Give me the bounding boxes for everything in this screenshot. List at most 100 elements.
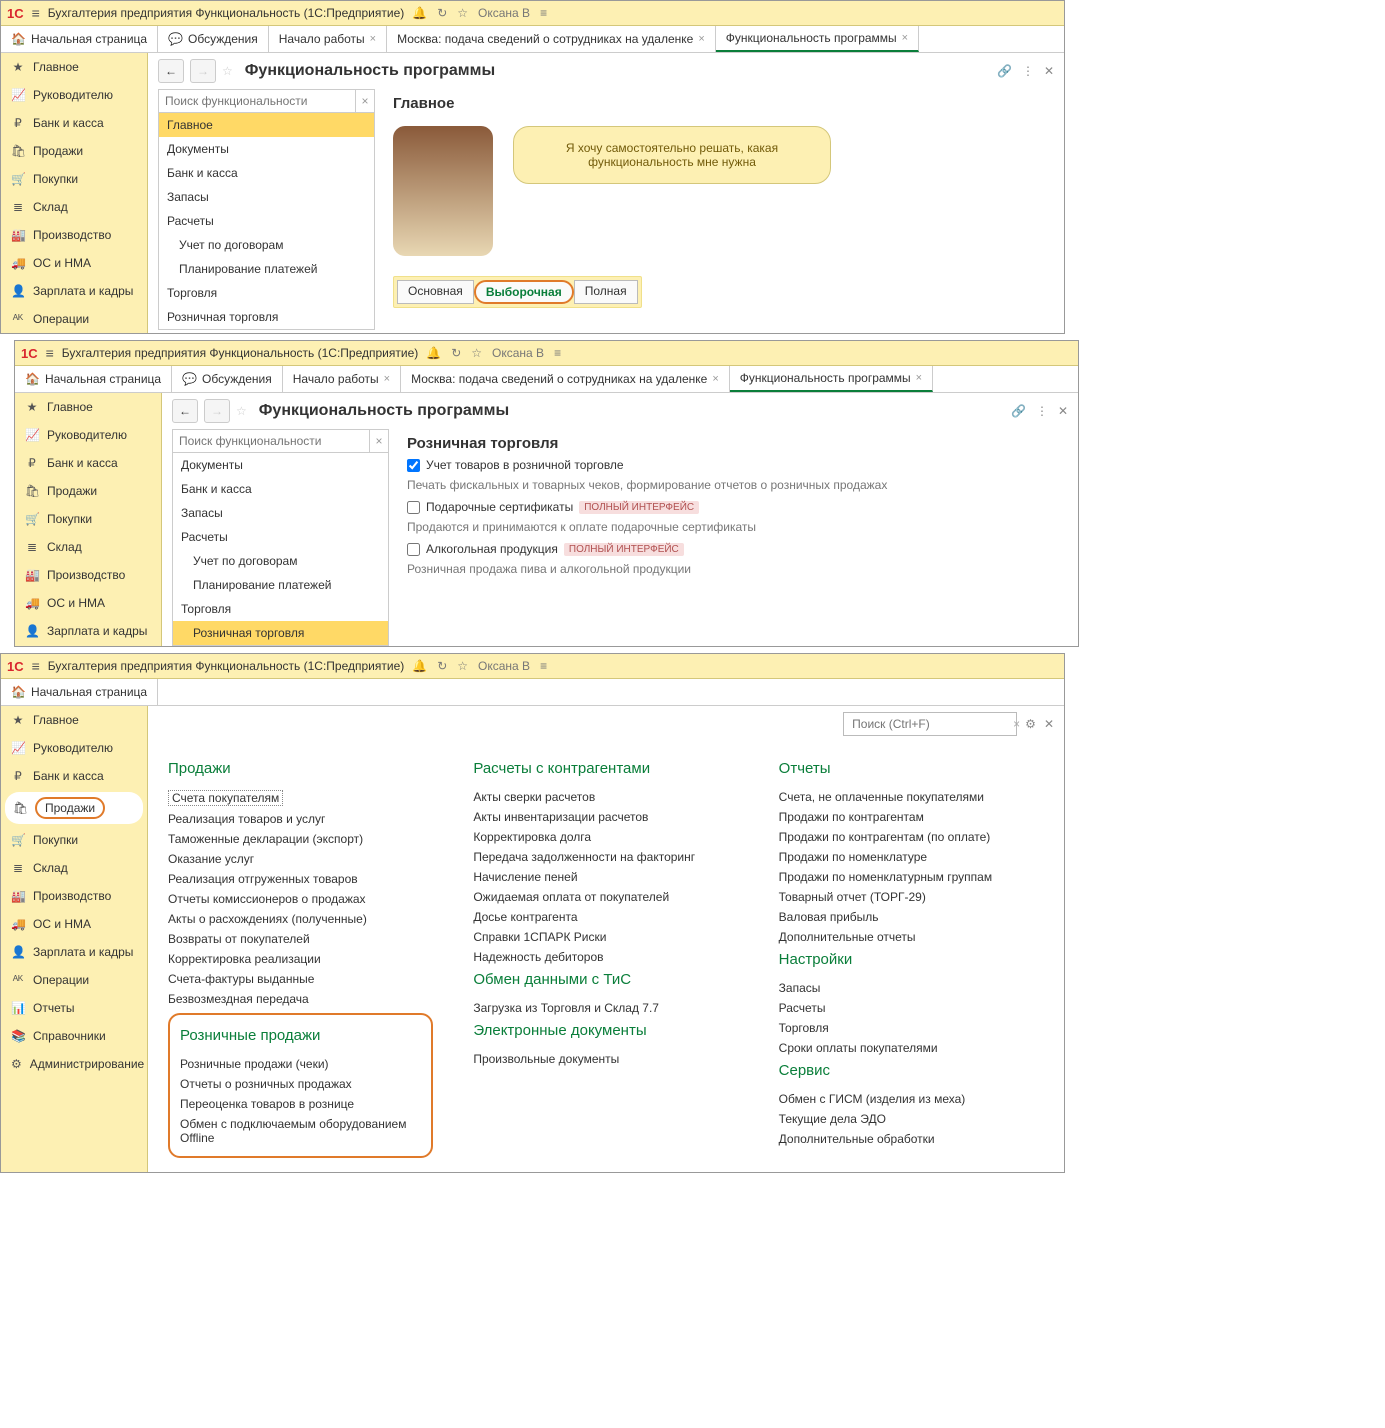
nav-back[interactable]: ← — [172, 399, 198, 423]
close-icon[interactable]: ✕ — [1058, 404, 1068, 418]
menu-link[interactable]: Дополнительные отчеты — [779, 927, 1044, 947]
menu-link[interactable]: Продажи по номенклатурным группам — [779, 867, 1044, 887]
menu-link[interactable]: Продажи по контрагентам — [779, 807, 1044, 827]
nav-back[interactable]: ← — [158, 59, 184, 83]
tab[interactable]: Начало работы× — [283, 366, 401, 392]
sidebar-item[interactable]: 🛍Продажи — [1, 137, 147, 165]
menu-link[interactable]: Запасы — [779, 978, 1044, 998]
sidebar-item[interactable]: 🛒Покупки — [1, 826, 147, 854]
history-icon[interactable]: ↻ — [437, 6, 447, 20]
menu-link[interactable]: Начисление пеней — [473, 867, 738, 887]
sidebar-item[interactable]: 📈Руководителю — [15, 421, 161, 449]
menu-link[interactable]: Переоценка товаров в рознице — [180, 1094, 421, 1114]
sidebar-item[interactable]: 🏭Производство — [1, 221, 147, 249]
func-list-item[interactable]: Расчеты — [159, 209, 374, 233]
sidebar-item[interactable]: 🚚ОС и НМА — [1, 910, 147, 938]
menu-link[interactable]: Расчеты — [779, 998, 1044, 1018]
func-list-item[interactable]: Учет по договорам — [173, 549, 388, 573]
menu-link[interactable]: Продажи по контрагентам (по оплате) — [779, 827, 1044, 847]
menu-link[interactable]: Продажи по номенклатуре — [779, 847, 1044, 867]
bell-icon[interactable]: 🔔 — [412, 6, 427, 20]
sidebar-item[interactable]: 🏭Производство — [15, 561, 161, 589]
sidebar-item[interactable]: 🛍Продажи — [5, 792, 143, 824]
menu-link[interactable]: Валовая прибыль — [779, 907, 1044, 927]
menu-icon[interactable]: ≡ — [32, 5, 40, 21]
func-list-item[interactable]: Торговля — [173, 597, 388, 621]
options-icon[interactable]: ≡ — [554, 346, 561, 360]
sidebar-item[interactable]: ᴬᴷОперации — [1, 305, 147, 333]
sidebar-item[interactable]: 🏭Производство — [1, 882, 147, 910]
menu-link[interactable]: Ожидаемая оплата от покупателей — [473, 887, 738, 907]
sidebar-item[interactable]: ₽Банк и касса — [1, 762, 147, 790]
menu-link[interactable]: Текущие дела ЭДО — [779, 1109, 1044, 1129]
sidebar-item[interactable]: ₽Банк и касса — [1, 109, 147, 137]
tab[interactable]: Функциональность программы× — [716, 26, 919, 52]
func-list-item[interactable]: Планирование платежей — [159, 257, 374, 281]
gift-check[interactable] — [407, 501, 420, 514]
menu-link[interactable]: Загрузка из Торговля и Склад 7.7 — [473, 998, 738, 1018]
tab[interactable]: Москва: подача сведений о сотрудниках на… — [401, 366, 730, 392]
menu-link[interactable]: Безвозмездная передача — [168, 989, 433, 1009]
sidebar-item[interactable]: ᴬᴷОперации — [1, 966, 147, 994]
menu-link[interactable]: Справки 1СПАРК Риски — [473, 927, 738, 947]
sidebar-item[interactable]: 👤Зарплата и кадры — [1, 277, 147, 305]
retail-check[interactable] — [407, 459, 420, 472]
menu-link[interactable]: Таможенные декларации (экспорт) — [168, 829, 433, 849]
sidebar-item[interactable]: ₽Банк и касса — [15, 449, 161, 477]
menu-link[interactable]: Дополнительные обработки — [779, 1129, 1044, 1149]
user-label[interactable]: Оксана В — [478, 659, 530, 673]
close-icon[interactable]: × — [384, 373, 390, 385]
func-list-item[interactable]: Запасы — [159, 185, 374, 209]
sidebar-item[interactable]: 🚚ОС и НМА — [15, 589, 161, 617]
menu-link[interactable]: Возвраты от покупателей — [168, 929, 433, 949]
sidebar-item[interactable]: 📊Отчеты — [1, 994, 147, 1022]
menu-link[interactable]: Отчеты о розничных продажах — [180, 1074, 421, 1094]
mode-button[interactable]: Полная — [574, 280, 638, 304]
close-icon[interactable]: ✕ — [1044, 717, 1054, 731]
close-icon[interactable]: × — [698, 33, 704, 45]
menu-link[interactable]: Акты инвентаризации расчетов — [473, 807, 738, 827]
search-clear-icon[interactable]: × — [1009, 717, 1024, 731]
bell-icon[interactable]: 🔔 — [412, 659, 427, 673]
func-list-item[interactable]: Документы — [173, 453, 388, 477]
sidebar-item[interactable]: 🛒Покупки — [15, 505, 161, 533]
sidebar-item[interactable]: ≣Склад — [1, 854, 147, 882]
options-icon[interactable]: ≡ — [540, 6, 547, 20]
search-clear-icon[interactable]: × — [355, 90, 374, 112]
sidebar-item[interactable]: 📈Руководителю — [1, 81, 147, 109]
close-icon[interactable]: × — [712, 373, 718, 385]
func-list-item[interactable]: Планирование платежей — [173, 573, 388, 597]
tab[interactable]: Начало работы× — [269, 26, 387, 52]
user-label[interactable]: Оксана В — [492, 346, 544, 360]
search-input[interactable] — [850, 716, 1009, 732]
sidebar-item[interactable]: ⚙Администрирование — [1, 1050, 147, 1078]
settings-icon[interactable]: ⚙ — [1025, 717, 1036, 731]
nav-fwd[interactable]: → — [190, 59, 216, 83]
tab-home[interactable]: Начальная страница — [1, 679, 158, 705]
tab[interactable]: Начальная страница — [1, 26, 158, 52]
close-icon[interactable]: × — [902, 32, 908, 44]
sidebar-item[interactable]: ≣Склад — [15, 533, 161, 561]
func-list-item[interactable]: Запасы — [173, 501, 388, 525]
close-icon[interactable]: × — [916, 372, 922, 384]
menu-link[interactable]: Передача задолженности на факторинг — [473, 847, 738, 867]
func-list-item[interactable]: Торговля — [159, 281, 374, 305]
func-list-item[interactable]: Розничная торговля — [173, 621, 388, 645]
history-icon[interactable]: ↻ — [451, 346, 461, 360]
history-icon[interactable]: ↻ — [437, 659, 447, 673]
menu-link[interactable]: Обмен с ГИСМ (изделия из меха) — [779, 1089, 1044, 1109]
link-icon[interactable]: 🔗 — [997, 64, 1012, 78]
menu-link[interactable]: Оказание услуг — [168, 849, 433, 869]
tab[interactable]: Обсуждения — [172, 366, 283, 392]
menu-link[interactable]: Корректировка реализации — [168, 949, 433, 969]
search-input[interactable] — [173, 430, 369, 452]
search-box[interactable]: × — [843, 712, 1017, 736]
tab[interactable]: Обсуждения — [158, 26, 269, 52]
sidebar-item[interactable]: 📈Руководителю — [1, 734, 147, 762]
menu-link[interactable]: Реализация отгруженных товаров — [168, 869, 433, 889]
menu-link[interactable]: Торговля — [779, 1018, 1044, 1038]
menu-link[interactable]: Произвольные документы — [473, 1049, 738, 1069]
close-icon[interactable]: × — [370, 33, 376, 45]
sidebar-item[interactable]: ★Главное — [15, 393, 161, 421]
func-list-item[interactable]: Банк и касса — [159, 161, 374, 185]
